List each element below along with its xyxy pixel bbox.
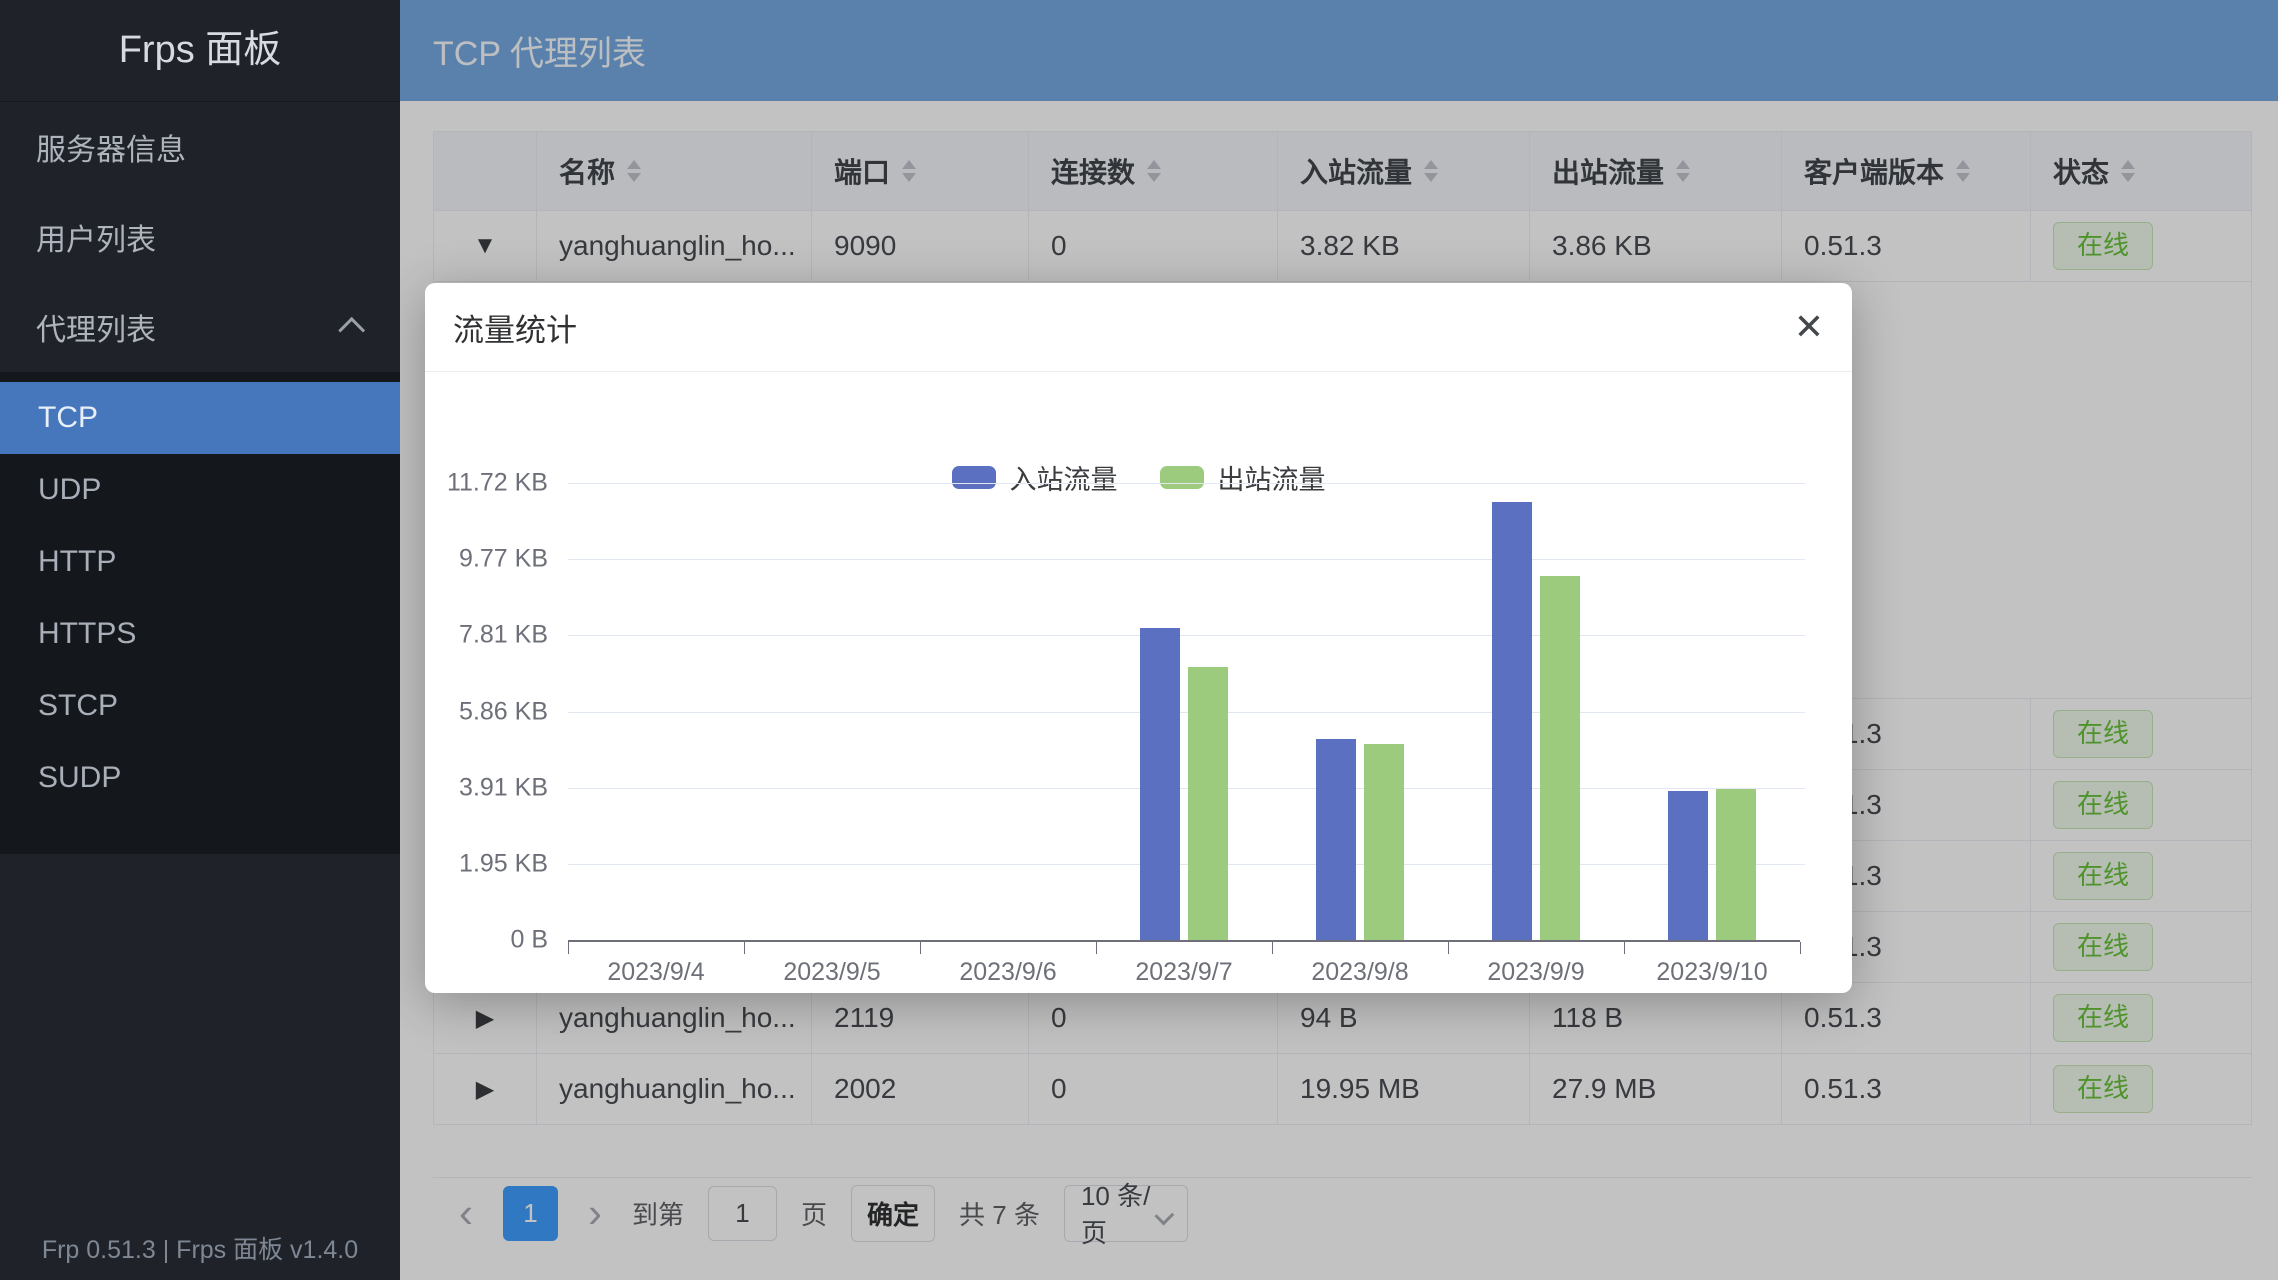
x-axis-tick [1272, 942, 1273, 954]
legend-item-入站流量[interactable]: 入站流量 [952, 458, 1118, 497]
sidebar-item-http[interactable]: HTTP [0, 526, 400, 598]
legend-label: 入站流量 [1010, 458, 1118, 497]
traffic-stats-modal: 流量统计 ✕ 入站流量出站流量0 B1.95 KB3.91 KB5.86 KB7… [425, 283, 1852, 993]
sidebar-item-stcp[interactable]: STCP [0, 670, 400, 742]
legend-item-出站流量[interactable]: 出站流量 [1160, 458, 1326, 497]
y-axis-label: 11.72 KB [418, 469, 548, 498]
gridline [568, 635, 1805, 636]
bar-入站流量-2023/9/9 [1492, 502, 1532, 940]
modal-header: 流量统计 ✕ [425, 283, 1852, 372]
modal-title: 流量统计 [453, 305, 577, 350]
y-axis-label: 1.95 KB [418, 849, 548, 878]
gridline [568, 788, 1805, 789]
x-axis-tick [1800, 942, 1801, 954]
x-axis-tick [1448, 942, 1449, 954]
sidebar-item-3[interactable]: 代理列表 [0, 282, 400, 372]
gridline [568, 559, 1805, 560]
bar-入站流量-2023/9/8 [1316, 739, 1356, 940]
legend-swatch [1160, 466, 1204, 489]
x-axis-label: 2023/9/5 [744, 958, 920, 987]
bar-出站流量-2023/9/7 [1188, 667, 1228, 940]
sidebar-item-2[interactable]: 用户列表 [0, 192, 400, 282]
y-axis-label: 5.86 KB [418, 697, 548, 726]
sidebar-item-sudp[interactable]: SUDP [0, 742, 400, 814]
y-axis-label: 9.77 KB [418, 545, 548, 574]
traffic-bar-chart: 入站流量出站流量0 B1.95 KB3.91 KB5.86 KB7.81 KB9… [425, 372, 1852, 993]
x-axis-label: 2023/9/9 [1448, 958, 1624, 987]
main-area: TCP 代理列表 名称端口连接数入站流量出站流量客户端版本状态▼yanghuan… [400, 0, 2278, 1280]
x-axis-tick [744, 942, 745, 954]
sidebar-item-label: 代理列表 [36, 305, 156, 349]
bar-出站流量-2023/9/8 [1364, 744, 1404, 940]
bar-入站流量-2023/9/7 [1140, 628, 1180, 940]
gridline [568, 483, 1805, 484]
x-axis-tick [1096, 942, 1097, 954]
sidebar: Frps 面板 服务器信息用户列表代理列表 TCPUDPHTTPHTTPSSTCP… [0, 0, 400, 1280]
chevron-up-icon [338, 316, 365, 343]
x-axis-tick [1624, 942, 1625, 954]
sidebar-item-https[interactable]: HTTPS [0, 598, 400, 670]
close-icon[interactable]: ✕ [1794, 309, 1824, 345]
y-axis-label: 7.81 KB [418, 621, 548, 650]
x-axis-label: 2023/9/7 [1096, 958, 1272, 987]
x-axis-label: 2023/9/10 [1624, 958, 1800, 987]
sidebar-submenu: TCPUDPHTTPHTTPSSTCPSUDP [0, 372, 400, 854]
gridline [568, 712, 1805, 713]
gridline [568, 864, 1805, 865]
x-axis-tick [568, 942, 569, 954]
legend-swatch [952, 466, 996, 489]
x-axis-label: 2023/9/4 [568, 958, 744, 987]
bar-入站流量-2023/9/10 [1668, 791, 1708, 940]
sidebar-item-tcp[interactable]: TCP [0, 382, 400, 454]
chart-legend: 入站流量 出站流量 [425, 458, 1852, 497]
x-axis-tick [920, 942, 921, 954]
legend-label: 出站流量 [1218, 458, 1326, 497]
sidebar-item-1[interactable]: 服务器信息 [0, 102, 400, 192]
sidebar-item-udp[interactable]: UDP [0, 454, 400, 526]
bar-出站流量-2023/9/9 [1540, 576, 1580, 940]
y-axis-label: 3.91 KB [418, 773, 548, 802]
sidebar-item-label: 服务器信息 [36, 125, 186, 169]
version-footer: Frp 0.51.3 | Frps 面板 v1.4.0 [0, 1230, 400, 1266]
x-axis-label: 2023/9/8 [1272, 958, 1448, 987]
x-axis-line [568, 940, 1800, 942]
sidebar-item-label: 用户列表 [36, 215, 156, 259]
sidebar-menu: 服务器信息用户列表代理列表 TCPUDPHTTPHTTPSSTCPSUDP [0, 102, 400, 854]
bar-出站流量-2023/9/10 [1716, 789, 1756, 940]
app-root: Frps 面板 服务器信息用户列表代理列表 TCPUDPHTTPHTTPSSTCP… [0, 0, 2278, 1280]
x-axis-label: 2023/9/6 [920, 958, 1096, 987]
app-title: Frps 面板 [0, 0, 400, 102]
y-axis-label: 0 B [418, 926, 548, 955]
